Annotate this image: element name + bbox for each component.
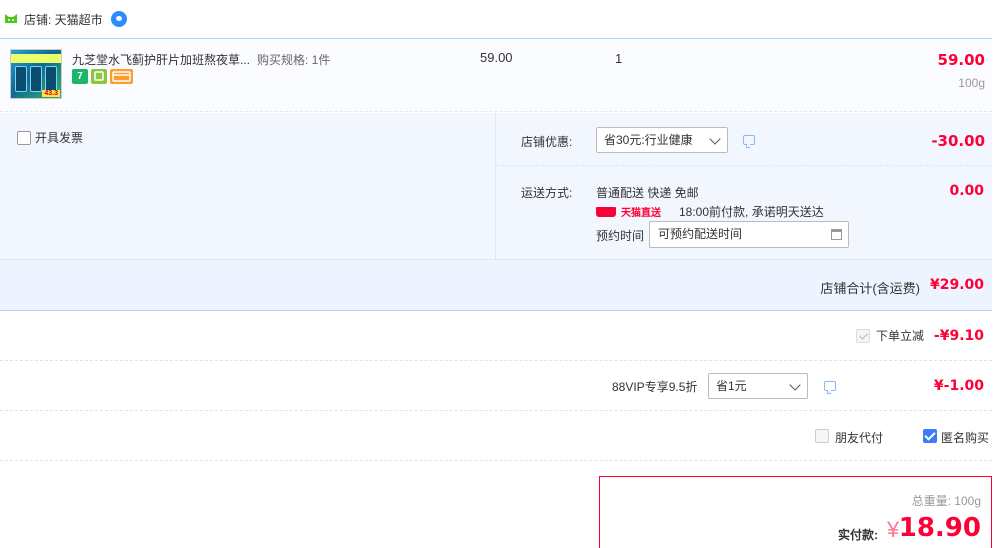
wangwang-chat-icon[interactable]	[110, 11, 127, 27]
service-badges: 7	[72, 69, 133, 84]
product-thumbnail[interactable]: 43.3	[10, 49, 62, 99]
shop-name[interactable]: 店铺: 天猫超市	[24, 11, 103, 28]
calendar-icon[interactable]	[831, 229, 842, 240]
tmall-shop-icon	[4, 13, 18, 25]
shop-subtotal-row: 店铺合计(含运费) ¥29.00	[0, 260, 992, 311]
tmall-direct-tag: 天猫直送	[596, 204, 661, 219]
shop-promo-amount: -30.00	[931, 132, 985, 150]
product-title[interactable]: 九芝堂水飞蓟护肝片加班熬夜草...	[72, 51, 250, 68]
thumbnail-price-tag: 43.3	[42, 90, 60, 97]
invoice-checkbox[interactable]	[17, 130, 31, 145]
cart-item-row: 43.3 九芝堂水飞蓟护肝片加班熬夜草... 购买规格: 1件 7 59.00 …	[0, 38, 992, 112]
amount-due-value: 18.90	[898, 513, 981, 543]
vip-discount-selected: 省1元	[716, 379, 747, 393]
invoice-option[interactable]: 开具发票	[17, 129, 83, 146]
genuine-guarantee-icon	[91, 69, 107, 84]
instant-discount-value: -¥9.10	[933, 328, 984, 344]
anonymous-checkbox[interactable]	[923, 429, 937, 443]
appointment-time-input[interactable]: 可预约配送时间	[649, 221, 849, 248]
friend-pay-label[interactable]: 朋友代付	[835, 429, 883, 446]
shop-subtotal-value: ¥29.00	[929, 277, 984, 293]
amount-due-label: 实付款:	[838, 528, 878, 542]
order-options-panel: 开具发票 店铺优惠: 省30元:行业健康 -30.00 运送方式: 普通配送 快…	[0, 113, 993, 260]
shop-promo-select[interactable]: 省30元:行业健康	[596, 127, 728, 153]
delivery-promise: 18:00前付款, 承诺明天送达	[679, 205, 824, 219]
extra-options-row: 朋友代付 匿名购买	[0, 411, 992, 461]
vip-discount-label: 88VIP专享9.5折	[612, 380, 698, 394]
vip-discount-row: 88VIP专享9.5折 省1元 ¥-1.00	[0, 361, 992, 411]
shipping-method: 普通配送 快递 免邮	[596, 186, 699, 200]
vip-discount-select[interactable]: 省1元	[708, 373, 808, 399]
shop-promo-row: 店铺优惠: 省30元:行业健康 -30.00	[496, 113, 993, 166]
currency-symbol: ¥	[887, 517, 900, 542]
shop-subtotal-label: 店铺合计(含运费)	[820, 281, 920, 296]
payment-summary: 总重量: 100g 实付款: ¥ 18.90	[599, 476, 992, 548]
shop-promo-selected: 省30元:行业健康	[604, 133, 693, 147]
shipping-label: 运送方式:	[521, 186, 573, 200]
instant-discount-label: 下单立减	[876, 329, 925, 343]
instant-discount-checkbox	[856, 329, 870, 343]
invoice-label: 开具发票	[35, 131, 84, 145]
anonymous-label[interactable]: 匿名购买	[941, 429, 989, 446]
instant-discount-row: 下单立减 -¥9.10	[0, 311, 992, 361]
seven-day-return-icon: 7	[72, 69, 88, 84]
credit-card-icon	[110, 69, 133, 84]
appointment-label: 预约时间	[596, 229, 645, 243]
tmall-cat-icon	[596, 206, 616, 217]
promo-shipping-panel: 店铺优惠: 省30元:行业健康 -30.00 运送方式: 普通配送 快递 免邮 …	[495, 113, 993, 260]
shipping-amount: 0.00	[949, 183, 984, 199]
quantity: 1	[615, 51, 623, 66]
item-weight: 100g	[958, 76, 985, 90]
chevron-down-icon	[789, 379, 801, 391]
total-weight: 总重量: 100g	[911, 494, 981, 508]
chevron-down-icon	[709, 133, 721, 145]
item-total: 59.00	[937, 51, 985, 69]
vip-discount-value: ¥-1.00	[933, 378, 984, 394]
appointment-time-value: 可预约配送时间	[658, 227, 743, 241]
shop-promo-label: 店铺优惠:	[521, 135, 573, 149]
shop-header: 店铺: 天猫超市	[0, 0, 997, 38]
friend-pay-checkbox[interactable]	[815, 429, 829, 443]
message-icon[interactable]	[743, 135, 755, 148]
tmall-direct-label: 天猫直送	[621, 208, 661, 219]
message-icon[interactable]	[824, 381, 836, 394]
unit-price: 59.00	[480, 50, 513, 65]
product-spec: 购买规格: 1件	[257, 53, 331, 67]
